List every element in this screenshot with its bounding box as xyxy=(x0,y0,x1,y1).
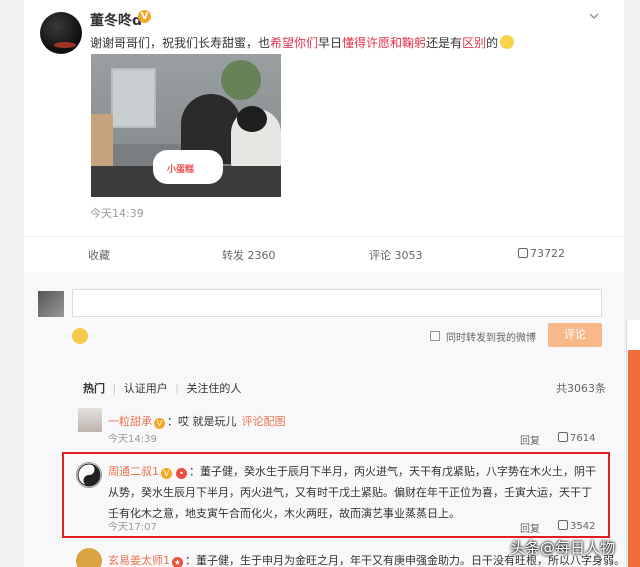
tab-verified[interactable]: 认证用户 xyxy=(124,382,168,395)
poster-avatar[interactable] xyxy=(40,12,82,54)
comment-total: 共3063条 xyxy=(556,382,606,395)
submit-comment-button[interactable]: 评论 xyxy=(548,323,602,347)
emoji-picker-icon[interactable] xyxy=(72,328,88,344)
comment-time: 今天17:07 xyxy=(108,522,157,533)
comment-image-link[interactable]: 评论配图 xyxy=(242,415,286,428)
watermark: 头条@每日人物 xyxy=(510,539,616,557)
reply-button[interactable]: 回复 xyxy=(520,432,540,447)
fan-badge-icon: • xyxy=(176,468,187,479)
poster-username[interactable]: 董冬咚d xyxy=(90,10,142,30)
forward-checkbox[interactable] xyxy=(430,331,440,341)
thumbs-up-icon xyxy=(518,248,528,258)
comment-item: 周通二叔1 V • ：董子健，癸水生于辰月下半月，丙火进气，天干有戊紧贴，八字势在木火… xyxy=(108,465,596,520)
verified-badge-icon: V xyxy=(138,10,151,23)
commenter-avatar[interactable] xyxy=(76,462,102,488)
vip-badge-icon: V xyxy=(154,418,165,429)
grin-emoji-icon xyxy=(500,35,515,49)
chevron-down-icon[interactable] xyxy=(588,10,600,22)
thumbs-up-icon xyxy=(558,520,568,530)
side-panel-edge xyxy=(626,320,640,567)
tab-followed[interactable]: 关注住的人 xyxy=(186,382,241,395)
yin-yang-icon xyxy=(77,463,101,487)
comment-time: 今天14:39 xyxy=(108,434,157,445)
comment-input[interactable] xyxy=(72,289,602,317)
commenter-avatar[interactable] xyxy=(78,408,102,432)
current-user-avatar xyxy=(38,291,64,317)
thumbs-up-icon xyxy=(558,432,568,442)
vip-badge-icon: V xyxy=(161,468,172,479)
forward-label: 同时转发到我的微博 xyxy=(446,333,536,344)
commenter-name[interactable]: 一粒甜承 xyxy=(108,415,152,428)
comment-like-button[interactable]: 7614 xyxy=(558,432,595,444)
comment-filter-tabs: 热门 | 认证用户 | 关注住的人 xyxy=(83,382,242,395)
commenter-name[interactable]: 周通二叔1 xyxy=(108,465,159,478)
commenter-avatar[interactable] xyxy=(76,548,102,567)
favorite-button[interactable]: 收藏 xyxy=(88,247,110,263)
comment-item: 一粒甜承 V ：哎 就是玩儿 评论配图 xyxy=(108,415,286,429)
tab-hot[interactable]: 热门 xyxy=(83,382,105,395)
photo-caption: 小蛋糕 xyxy=(167,165,195,175)
reply-button[interactable]: 回复 xyxy=(520,520,540,535)
star-badge-icon: ★ xyxy=(172,557,183,567)
post-photo[interactable]: 小蛋糕 xyxy=(91,54,281,197)
repost-button[interactable]: 转发 2360 xyxy=(222,247,276,263)
comment-button[interactable]: 评论 3053 xyxy=(369,247,423,263)
commenter-name[interactable]: 玄易姜太师1 xyxy=(108,554,170,567)
like-button[interactable]: 73722 xyxy=(518,247,565,260)
post-text: 谢谢哥哥们，祝我们长寿甜蜜，也希望你们早日懂得许愿和鞠躬还是有区别的 xyxy=(90,34,515,51)
post-timestamp[interactable]: 今天14:39 xyxy=(90,205,144,221)
comment-like-button[interactable]: 3542 xyxy=(558,520,595,532)
